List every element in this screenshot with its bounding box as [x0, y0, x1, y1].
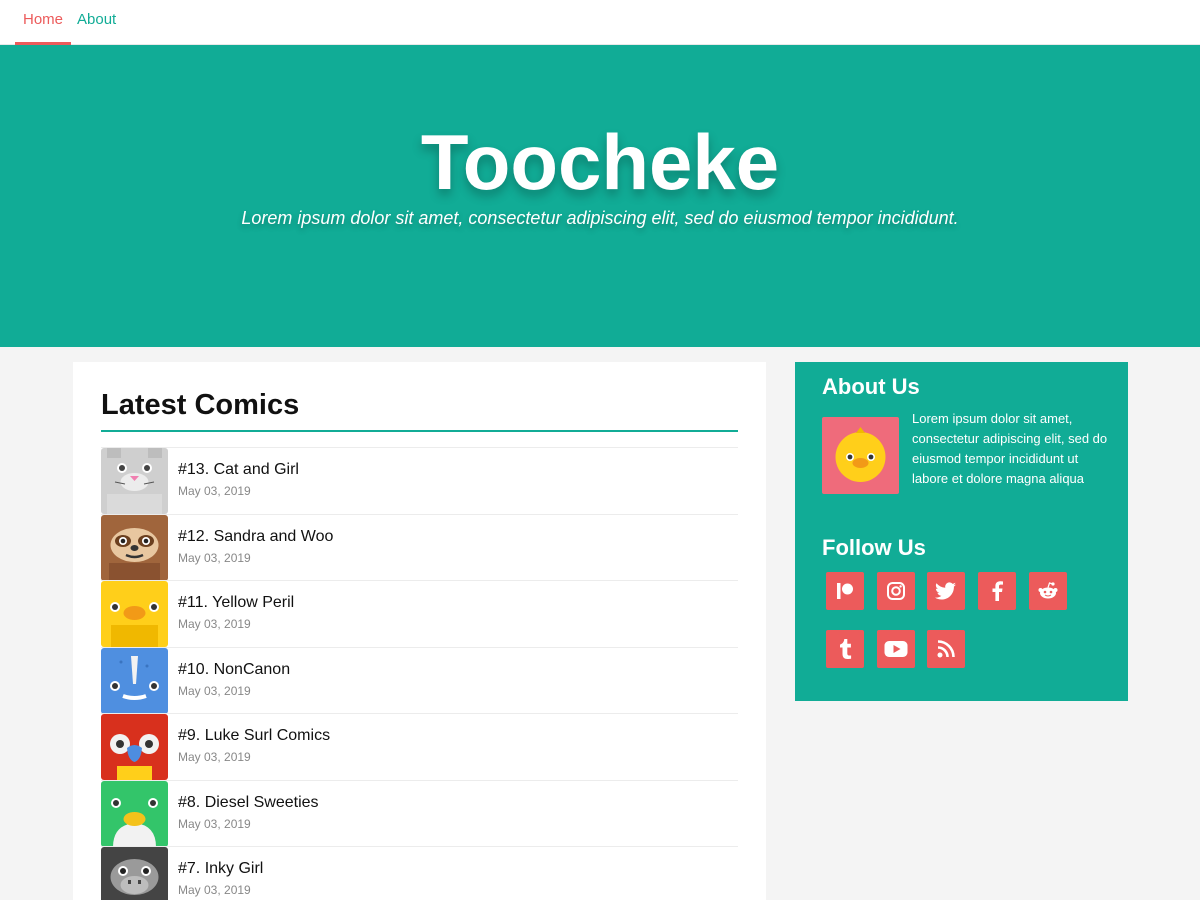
- parrot-avatar-icon[interactable]: [101, 714, 168, 780]
- comic-list: #13. Cat and Girl May 03, 2019 #12. Sand…: [101, 447, 738, 900]
- comic-title[interactable]: #10. NonCanon: [178, 661, 290, 679]
- comic-date: May 03, 2019: [178, 883, 251, 897]
- nav-link-about[interactable]: About: [69, 0, 124, 45]
- comic-title[interactable]: #11. Yellow Peril: [178, 594, 294, 612]
- instagram-icon[interactable]: [877, 572, 915, 610]
- tumblr-icon[interactable]: [826, 630, 864, 668]
- comic-list-item[interactable]: #7. Inky Girl May 03, 2019: [101, 846, 738, 900]
- comic-date: May 03, 2019: [178, 550, 251, 565]
- comic-date: May 03, 2019: [178, 750, 251, 764]
- about-us-text: Lorem ipsum dolor sit amet, consectetur …: [912, 411, 1108, 486]
- sloth-avatar-icon[interactable]: [101, 514, 168, 581]
- comic-date: May 03, 2019: [178, 816, 251, 831]
- comic-list-item[interactable]: #12. Sandra and Woo May 03, 2019: [101, 513, 738, 581]
- top-nav: Home About: [0, 0, 1200, 45]
- latest-comics-panel: Latest Comics #13. Cat and Girl May 03, …: [73, 362, 766, 900]
- twitter-icon[interactable]: [927, 572, 965, 610]
- comic-list-item[interactable]: #9. Luke Surl Comics May 03, 2019: [101, 713, 738, 780]
- comic-list-item[interactable]: #10. NonCanon May 03, 2019: [101, 646, 738, 714]
- chick-avatar-icon[interactable]: [101, 581, 168, 647]
- cat-avatar-icon[interactable]: [101, 448, 168, 514]
- comic-list-item[interactable]: #8. Diesel Sweeties May 03, 2019: [101, 779, 738, 847]
- comic-title[interactable]: #12. Sandra and Woo: [178, 528, 333, 546]
- comic-date: May 03, 2019: [178, 484, 251, 498]
- comic-title[interactable]: #13. Cat and Girl: [178, 461, 299, 479]
- site-title: Toocheke: [420, 118, 780, 206]
- comic-title[interactable]: #8. Diesel Sweeties: [178, 794, 319, 812]
- nav-link-home[interactable]: Home: [15, 0, 72, 45]
- reddit-icon[interactable]: [1029, 572, 1067, 610]
- hero-banner: Toocheke Lorem ipsum dolor sit amet, con…: [0, 45, 1200, 347]
- follow-us-heading: Follow Us: [822, 535, 926, 560]
- gorilla-avatar-icon[interactable]: [101, 847, 168, 900]
- sidebar-widget: About Us Lorem ipsum dolor sit amet, con…: [795, 362, 1128, 701]
- about-us-heading: About Us: [822, 374, 920, 399]
- comic-date: May 03, 2019: [178, 683, 251, 698]
- patreon-icon[interactable]: [826, 572, 864, 610]
- rss-icon[interactable]: [927, 630, 965, 668]
- narwhal-avatar-icon[interactable]: [101, 647, 168, 714]
- comic-list-item[interactable]: #11. Yellow Peril May 03, 2019: [101, 580, 738, 647]
- comic-title[interactable]: #9. Luke Surl Comics: [178, 727, 330, 745]
- latest-comics-heading: Latest Comics: [101, 389, 300, 421]
- comic-title[interactable]: #7. Inky Girl: [178, 860, 263, 878]
- chick-avatar-icon: [822, 417, 899, 494]
- site-tagline: Lorem ipsum dolor sit amet, consectetur …: [241, 208, 959, 228]
- comic-list-item[interactable]: #13. Cat and Girl May 03, 2019: [101, 447, 738, 514]
- duck-avatar-icon[interactable]: [101, 780, 168, 847]
- heading-divider: [101, 430, 738, 432]
- youtube-icon[interactable]: [877, 630, 915, 668]
- comic-date: May 03, 2019: [178, 617, 251, 631]
- facebook-icon[interactable]: [978, 572, 1016, 610]
